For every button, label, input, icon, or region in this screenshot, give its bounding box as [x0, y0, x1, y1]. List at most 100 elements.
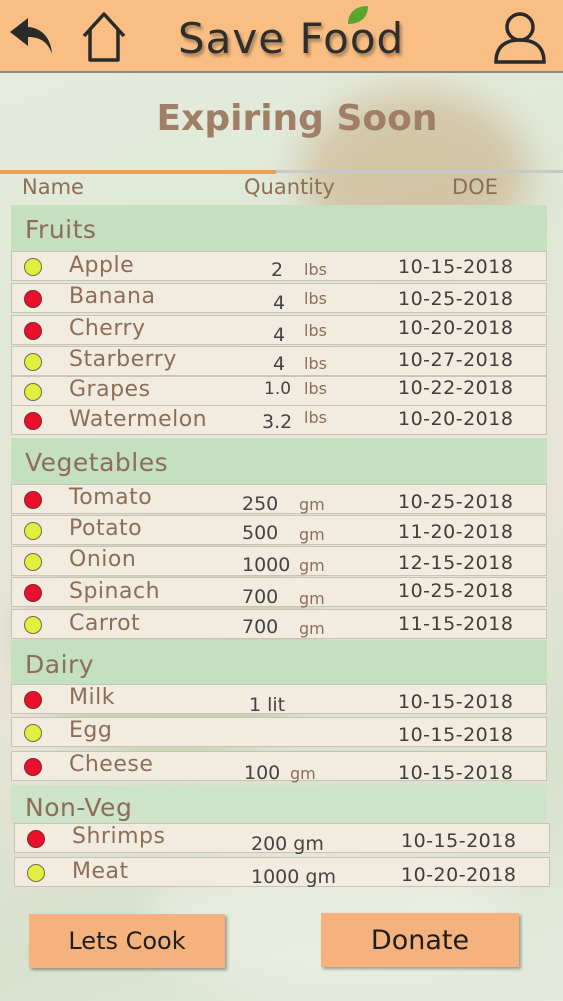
item-name: Tomato [69, 485, 153, 510]
item-name: Starberry [69, 347, 177, 372]
status-dot-icon [24, 383, 42, 401]
tab-indicator [276, 170, 563, 173]
list-item[interactable]: Meat 1000 gm 10-20-2018 [14, 857, 550, 888]
item-name: Cherry [69, 316, 146, 341]
app-header: Save Food [0, 0, 563, 73]
section-non-veg: Non-Veg [11, 785, 547, 825]
item-quantity: 4 [273, 324, 286, 346]
item-name: Grapes [69, 377, 151, 402]
item-unit: gm [299, 619, 325, 638]
user-profile-icon[interactable] [492, 10, 548, 64]
status-dot-icon [24, 522, 42, 540]
item-quantity: 1000 gm [251, 866, 336, 888]
section-vegetables: Vegetables [11, 438, 547, 484]
item-quantity: 200 gm [251, 833, 324, 855]
item-doe: 12-15-2018 [398, 552, 514, 574]
item-unit: gm [299, 495, 325, 514]
column-header-quantity: Quantity [244, 175, 335, 199]
donate-button[interactable]: Donate [321, 913, 519, 967]
item-unit: gm [290, 764, 316, 783]
list-item[interactable]: Onion 1000 gm 12-15-2018 [11, 546, 547, 576]
list-item[interactable]: Milk 1 lit 10-15-2018 [11, 684, 547, 716]
tab-indicator-active [0, 170, 276, 174]
item-doe: 10-25-2018 [398, 491, 514, 513]
item-doe: 10-25-2018 [398, 580, 514, 602]
item-name: Meat [72, 859, 129, 884]
item-quantity: 1 lit [249, 694, 286, 716]
home-icon[interactable] [78, 8, 130, 64]
item-unit: lbs [304, 260, 327, 279]
section-title: Dairy [25, 650, 95, 679]
list-item[interactable]: Spinach 700 gm 10-25-2018 [11, 577, 547, 608]
item-unit: lbs [304, 321, 327, 340]
item-name: Milk [69, 685, 115, 710]
item-unit: lbs [304, 408, 327, 427]
item-unit: gm [299, 589, 325, 608]
item-quantity: 2 [271, 259, 284, 281]
status-dot-icon [24, 616, 42, 634]
status-dot-icon [24, 584, 42, 602]
item-quantity: 500 [242, 522, 279, 544]
item-doe: 11-15-2018 [398, 613, 514, 635]
item-doe: 10-20-2018 [398, 408, 514, 430]
item-unit: gm [299, 556, 325, 575]
section-title: Fruits [25, 215, 97, 244]
status-dot-icon [24, 724, 42, 742]
list-item[interactable]: Cheese 100 gm 10-15-2018 [11, 751, 547, 784]
column-header-doe: DOE [452, 175, 498, 199]
item-unit: lbs [304, 379, 327, 398]
item-quantity: 1.0 [264, 379, 292, 399]
column-header-name: Name [22, 175, 84, 199]
back-arrow-icon[interactable] [6, 14, 56, 58]
item-name: Shrimps [72, 824, 166, 849]
list-item[interactable]: Cherry 4 lbs 10-20-2018 [11, 315, 547, 346]
section-fruits: Fruits [11, 205, 547, 251]
section-title: Vegetables [25, 448, 169, 477]
status-dot-icon [24, 258, 42, 276]
status-dot-icon [27, 830, 45, 848]
list-item[interactable]: Carrot 700 gm 11-15-2018 [11, 609, 547, 639]
status-dot-icon [24, 322, 42, 340]
list-item[interactable]: Apple 2 lbs 10-15-2018 [11, 251, 547, 281]
list-item[interactable]: Tomato 250 gm 10-25-2018 [11, 484, 547, 515]
status-dot-icon [24, 412, 42, 430]
item-doe: 10-20-2018 [398, 317, 514, 339]
item-unit: gm [299, 525, 325, 544]
lets-cook-button[interactable]: Lets Cook [29, 914, 225, 968]
item-name: Carrot [69, 611, 141, 636]
status-dot-icon [24, 290, 42, 308]
status-dot-icon [24, 491, 42, 509]
list-item[interactable]: Shrimps 200 gm 10-15-2018 [14, 823, 550, 855]
item-doe: 10-25-2018 [398, 288, 514, 310]
list-item[interactable]: Egg 10-15-2018 [11, 717, 547, 747]
status-dot-icon [24, 553, 42, 571]
section-dairy: Dairy [11, 640, 547, 684]
page-title: Expiring Soon [156, 98, 438, 139]
section-title: Non-Veg [25, 793, 133, 822]
leaf-icon [348, 6, 368, 24]
item-name: Watermelon [69, 407, 208, 432]
item-quantity: 250 [242, 493, 279, 515]
item-quantity: 4 [273, 292, 286, 314]
list-item[interactable]: Banana 4 lbs 10-25-2018 [11, 283, 547, 314]
item-quantity: 4 [273, 353, 286, 375]
item-name: Onion [69, 547, 137, 572]
item-doe: 10-15-2018 [398, 691, 514, 713]
item-name: Spinach [69, 579, 161, 604]
item-unit: lbs [304, 289, 327, 308]
status-dot-icon [24, 758, 42, 776]
item-doe: 10-20-2018 [401, 864, 517, 886]
item-doe: 11-20-2018 [398, 521, 514, 543]
item-doe: 10-22-2018 [398, 377, 514, 399]
status-dot-icon [24, 691, 42, 709]
list-item[interactable]: Grapes 1.0 lbs 10-22-2018 [11, 376, 547, 406]
item-doe: 10-15-2018 [398, 724, 514, 746]
item-unit: lbs [304, 354, 327, 373]
list-item[interactable]: Potato 500 gm 11-20-2018 [11, 515, 547, 545]
item-doe: 10-15-2018 [401, 830, 517, 852]
item-name: Cheese [69, 752, 154, 777]
list-item[interactable]: Starberry 4 lbs 10-27-2018 [11, 346, 547, 376]
item-quantity: 1000 [242, 554, 291, 576]
list-item[interactable]: Watermelon 3.2 lbs 10-20-2018 [11, 405, 547, 435]
item-name: Apple [69, 253, 135, 278]
